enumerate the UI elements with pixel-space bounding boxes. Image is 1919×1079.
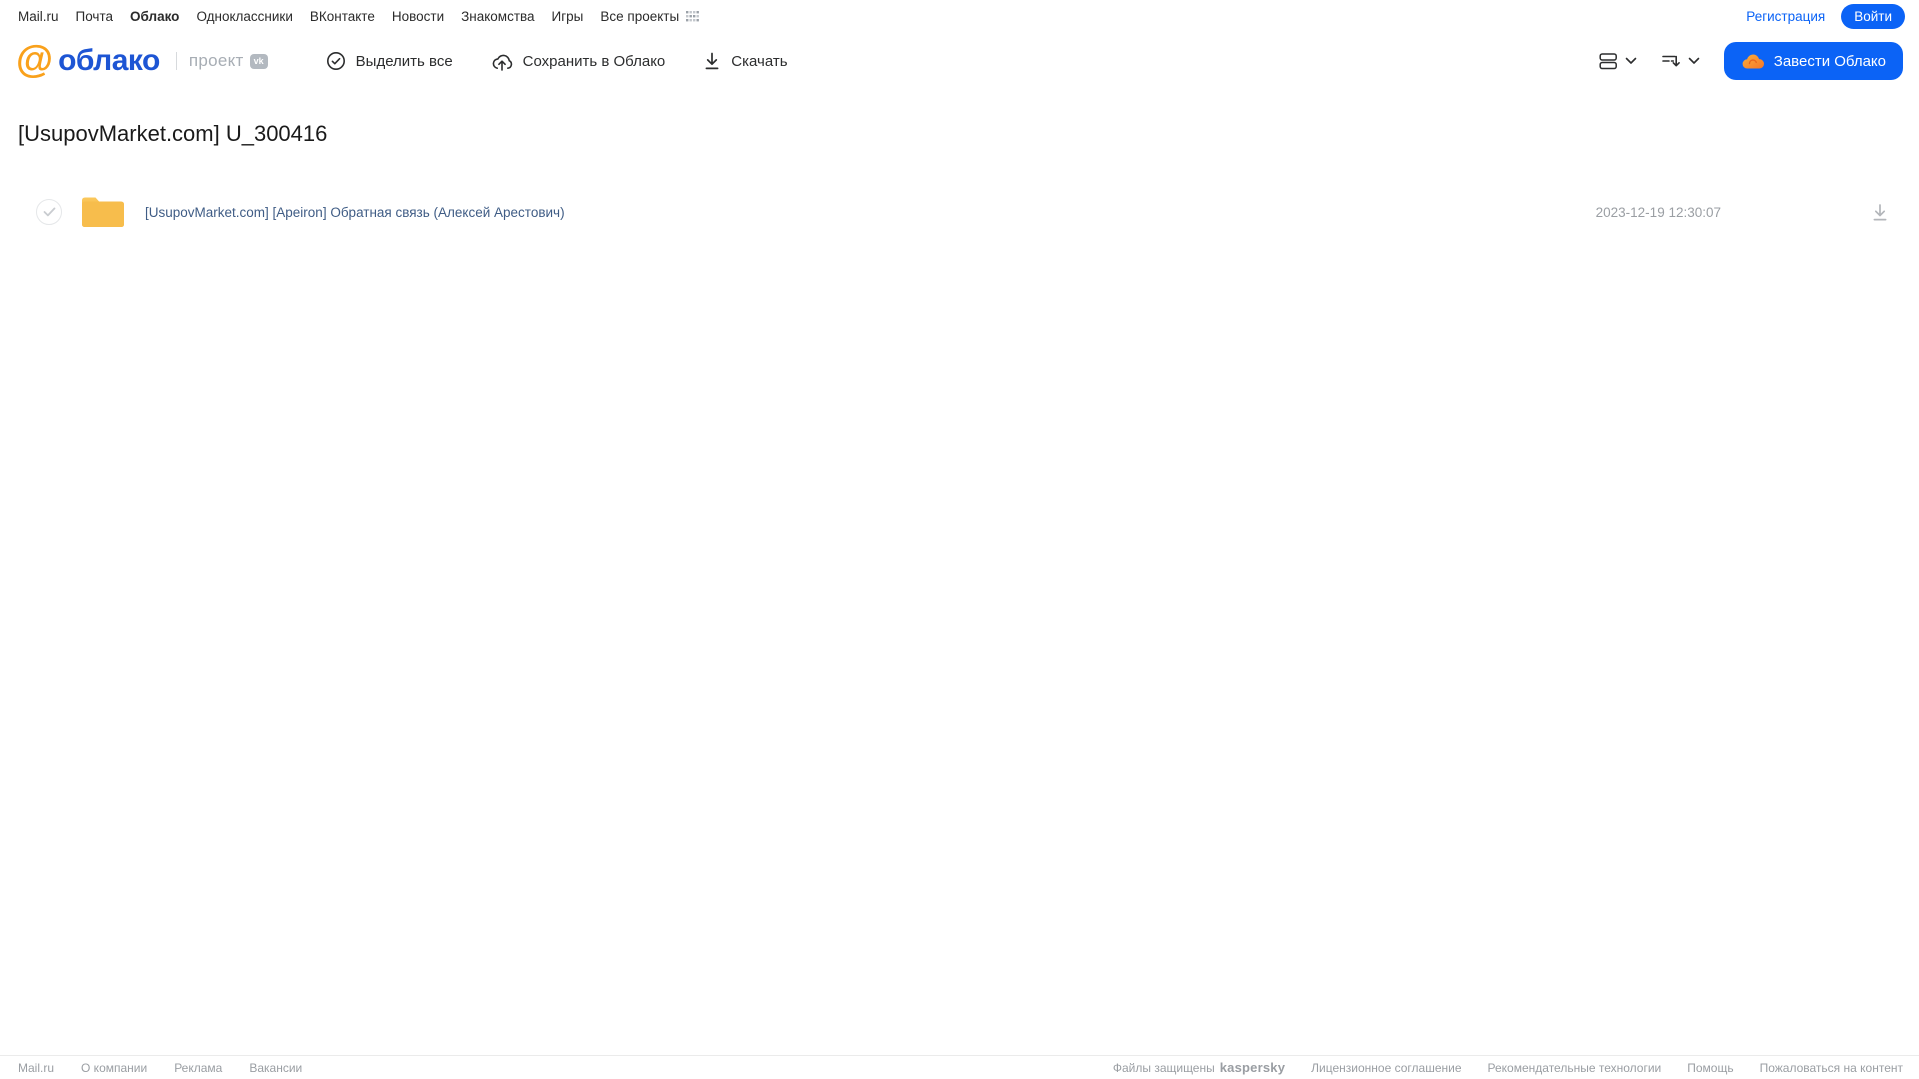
row-checkbox[interactable] xyxy=(36,199,62,225)
page-title: [UsupovMarket.com] U_300416 xyxy=(18,121,328,146)
sort-dropdown[interactable] xyxy=(1661,52,1700,70)
register-link[interactable]: Регистрация xyxy=(1746,9,1825,24)
project-label: проект xyxy=(188,51,244,70)
portal-nav: Mail.ru Почта Облако Одноклассники ВКонт… xyxy=(0,0,1919,32)
nav-item-odnoklassniki[interactable]: Одноклассники xyxy=(196,9,292,24)
view-mode-dropdown[interactable] xyxy=(1599,52,1637,70)
get-cloud-label: Завести Облако xyxy=(1773,52,1886,70)
file-date: 2023-12-19 12:30:07 xyxy=(1595,204,1721,220)
portal-nav-right: Регистрация Войти xyxy=(1746,3,1905,29)
file-row[interactable]: [UsupovMarket.com] [Apeiron] Обратная св… xyxy=(0,189,1919,235)
nav-item-mailru[interactable]: Mail.ru xyxy=(18,9,59,24)
kaspersky-logo[interactable]: kaspersky xyxy=(1220,1060,1285,1075)
all-projects-label: Все проекты xyxy=(600,8,680,24)
page: Mail.ru Почта Облако Одноклассники ВКонт… xyxy=(0,0,1919,1079)
list-view-icon xyxy=(1599,52,1618,70)
kaspersky-protected: Файлы защищены kaspersky xyxy=(1113,1060,1285,1075)
cloud-logo[interactable]: @ облако проект vk xyxy=(16,38,268,81)
login-button[interactable]: Войти xyxy=(1841,3,1905,29)
file-name-link[interactable]: [UsupovMarket.com] [Apeiron] Обратная св… xyxy=(145,205,565,220)
toolbar: Выделить все Сохранить в Облако Скачать xyxy=(326,51,788,72)
nav-item-znakomstva[interactable]: Знакомства xyxy=(461,9,534,24)
footer-right-links: Файлы защищены kaspersky Лицензионное со… xyxy=(1113,1060,1903,1075)
nav-item-igry[interactable]: Игры xyxy=(552,9,584,24)
footer: Mail.ru О компании Реклама Вакансии Файл… xyxy=(0,1055,1919,1079)
apps-grid-icon xyxy=(686,10,700,22)
check-circle-icon xyxy=(326,51,346,71)
get-cloud-button[interactable]: Завести Облако xyxy=(1723,42,1903,80)
save-to-cloud-label: Сохранить в Облако xyxy=(522,52,666,70)
footer-link-recommendations[interactable]: Рекомендательные технологии xyxy=(1488,1061,1662,1075)
logo-divider xyxy=(175,52,177,70)
footer-link-help[interactable]: Помощь xyxy=(1687,1061,1733,1075)
nav-item-novosti[interactable]: Новости xyxy=(392,9,444,24)
protected-label: Файлы защищены xyxy=(1112,1060,1215,1075)
cloud-header: @ облако проект vk Выделить все Сохранит… xyxy=(0,34,1919,88)
cloud-logo-text: облако xyxy=(58,44,160,77)
cloud-icon xyxy=(1741,52,1765,70)
footer-link-license[interactable]: Лицензионное соглашение xyxy=(1311,1061,1461,1075)
folder-icon[interactable] xyxy=(80,194,126,230)
chevron-down-icon xyxy=(1688,57,1700,65)
footer-link-about[interactable]: О компании xyxy=(81,1061,147,1075)
footer-link-ads[interactable]: Реклама xyxy=(174,1061,222,1075)
download-button[interactable]: Скачать xyxy=(703,51,788,71)
download-label: Скачать xyxy=(731,52,788,70)
nav-item-all-projects[interactable]: Все проекты xyxy=(600,8,700,24)
save-to-cloud-button[interactable]: Сохранить в Облако xyxy=(491,51,666,72)
select-all-label: Выделить все xyxy=(355,52,453,70)
row-download-icon[interactable] xyxy=(1871,203,1889,222)
chevron-down-icon xyxy=(1625,57,1637,65)
header-right-controls: Завести Облако xyxy=(1599,42,1903,80)
cloud-upload-icon xyxy=(491,51,513,72)
vk-badge-icon: vk xyxy=(249,53,268,69)
nav-item-vkontakte[interactable]: ВКонтакте xyxy=(310,9,375,24)
select-all-button[interactable]: Выделить все xyxy=(326,51,453,71)
footer-link-jobs[interactable]: Вакансии xyxy=(249,1061,302,1075)
footer-link-mailru[interactable]: Mail.ru xyxy=(18,1061,54,1075)
nav-item-pochta[interactable]: Почта xyxy=(76,9,114,24)
mailru-at-icon: @ xyxy=(16,38,54,81)
download-icon xyxy=(703,51,721,71)
footer-left-links: Mail.ru О компании Реклама Вакансии xyxy=(18,1061,302,1075)
footer-link-report[interactable]: Пожаловаться на контент xyxy=(1760,1061,1903,1075)
sort-icon xyxy=(1661,52,1681,70)
nav-item-oblako[interactable]: Облако xyxy=(130,9,179,24)
